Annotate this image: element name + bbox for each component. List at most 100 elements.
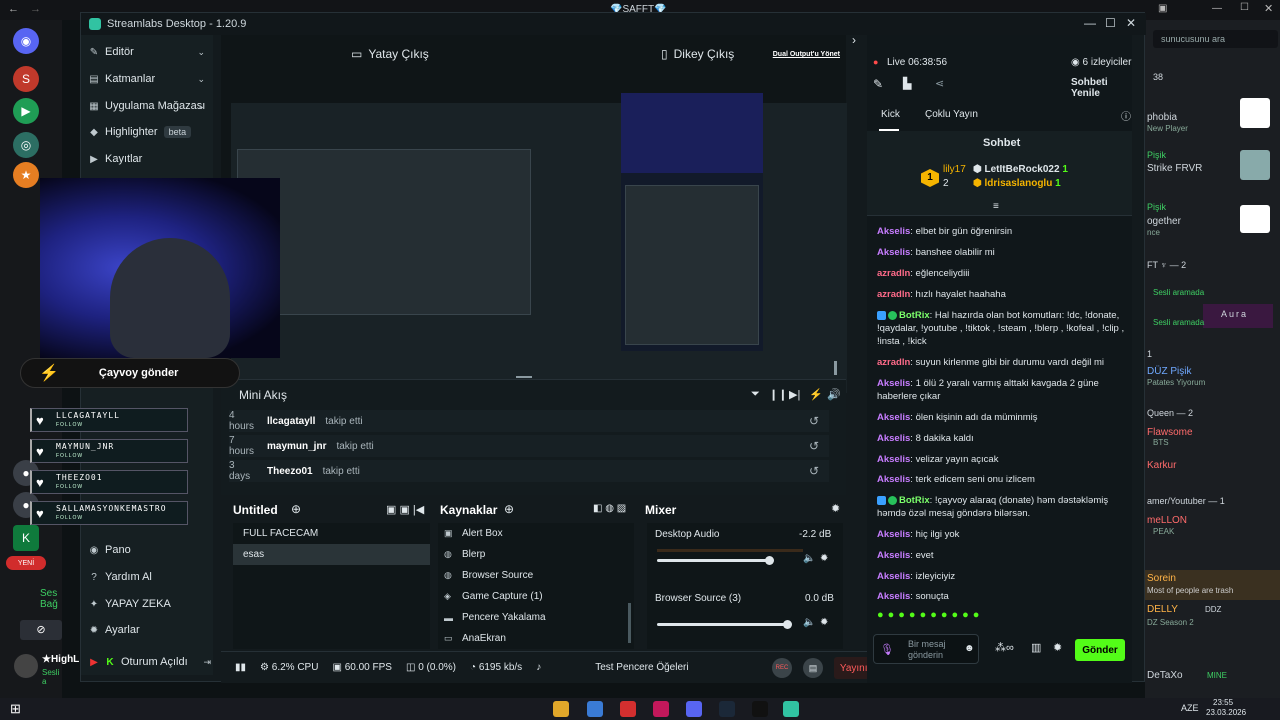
- chat-username[interactable]: Akselis: [877, 571, 910, 582]
- resize-handle[interactable]: [516, 376, 532, 378]
- sidebar-item-ai[interactable]: ✦ YAPAY ZEKA: [89, 593, 209, 615]
- emote-menu-icon[interactable]: ⁂∞: [995, 641, 1014, 654]
- skip-icon[interactable]: ▶|: [789, 388, 800, 401]
- schedule-icon[interactable]: ▤: [803, 658, 823, 678]
- discord-home-icon[interactable]: ◉: [13, 28, 39, 54]
- close-icon[interactable]: ✕: [1264, 2, 1273, 15]
- discord-icon[interactable]: [686, 701, 702, 717]
- server-icon[interactable]: S: [13, 66, 39, 92]
- gear-icon[interactable]: ✹: [820, 617, 828, 628]
- source-item[interactable]: ▣ Alert Box: [444, 523, 503, 544]
- sidebar-item-layers[interactable]: ▤ Katmanlar ⌄: [89, 68, 209, 90]
- stats-icon[interactable]: ▮▮: [235, 662, 246, 673]
- chat-username[interactable]: Akselis: [877, 412, 910, 423]
- volume-icon[interactable]: 🔈: [803, 617, 815, 628]
- replay-icon[interactable]: ↺: [809, 464, 819, 478]
- chat-username[interactable]: Akselis: [877, 591, 910, 602]
- collapse-icon[interactable]: ≡: [993, 201, 999, 212]
- chat-username[interactable]: azradln: [877, 268, 910, 279]
- chat-username[interactable]: Akselis: [877, 454, 910, 465]
- source-item[interactable]: ◍ Blerp: [444, 544, 485, 565]
- language-indicator[interactable]: AZE: [1181, 703, 1199, 713]
- app-icon[interactable]: [653, 701, 669, 717]
- mute-alerts-icon[interactable]: ⚡: [809, 388, 823, 401]
- replay-icon[interactable]: ↺: [809, 414, 819, 428]
- chat-username[interactable]: BotRix: [899, 310, 930, 321]
- replay-icon[interactable]: ↺: [809, 439, 819, 453]
- dual-output-link[interactable]: Dual Output'u Yönet: [773, 51, 840, 58]
- terminal-icon[interactable]: [752, 701, 768, 717]
- add-scene-icon[interactable]: ⊕: [291, 502, 301, 516]
- tab-horizontal-output[interactable]: ▭ Yatay Çıkış: [351, 47, 429, 61]
- emoji-icon[interactable]: ☻: [964, 643, 975, 654]
- minimize-icon[interactable]: —: [1212, 3, 1222, 14]
- sidebar-item-help[interactable]: ? Yardım Al: [89, 566, 209, 588]
- filter-icon[interactable]: ⏷: [751, 388, 760, 401]
- file-explorer-icon[interactable]: [553, 701, 569, 717]
- scrollbar[interactable]: [628, 603, 631, 643]
- chat-username[interactable]: BotRix: [899, 495, 930, 506]
- forward-icon[interactable]: →: [30, 3, 41, 15]
- chat-username[interactable]: Akselis: [877, 247, 910, 258]
- logout-icon[interactable]: ⇥: [203, 657, 211, 668]
- share-icon[interactable]: ⋖: [935, 77, 944, 90]
- clock-time[interactable]: 23:55: [1213, 698, 1233, 707]
- chat-username[interactable]: azradln: [877, 289, 910, 300]
- chat-username[interactable]: Akselis: [877, 226, 910, 237]
- volume-slider-knob[interactable]: [765, 556, 774, 565]
- source-tools-icons[interactable]: ◧ ◍ ▨: [593, 503, 626, 514]
- pause-icon[interactable]: ❙❙: [769, 388, 787, 401]
- scroll-handle[interactable]: [834, 361, 837, 375]
- netflix-icon[interactable]: [620, 701, 636, 717]
- mic-icon[interactable]: 🎙: [880, 643, 894, 656]
- close-icon[interactable]: ✕: [1126, 16, 1136, 30]
- source-item[interactable]: ◈ Game Capture (1): [444, 586, 543, 607]
- chat-username[interactable]: Akselis: [877, 550, 910, 561]
- server-icon[interactable]: ▶: [13, 98, 39, 124]
- rec-button[interactable]: REC: [772, 658, 792, 678]
- scene-collection-title[interactable]: Untitled: [233, 503, 278, 517]
- streamlabs-icon[interactable]: [783, 701, 799, 717]
- source-item[interactable]: ◍ Browser Source: [444, 565, 533, 586]
- volume-slider[interactable]: [657, 623, 787, 626]
- sidebar-item-settings[interactable]: ✹ Ayarlar: [89, 619, 209, 641]
- minimize-icon[interactable]: —: [1084, 16, 1096, 30]
- add-source-icon[interactable]: ⊕: [504, 502, 514, 516]
- volume-icon[interactable]: 🔈: [803, 553, 815, 564]
- chat-username[interactable]: Akselis: [877, 474, 910, 485]
- avatar[interactable]: [14, 654, 38, 678]
- bell-icon[interactable]: ♪: [536, 662, 541, 673]
- source-item[interactable]: ▬ Pencere Yakalama: [444, 607, 546, 628]
- info-icon[interactable]: ⓘ: [1121, 108, 1131, 123]
- tab-multistream[interactable]: Çoklu Yayın: [925, 109, 978, 120]
- sidebar-item-logged-in[interactable]: ▶ K Oturum Açıldı ⇥: [89, 651, 215, 673]
- test-widgets-button[interactable]: Test Pencere Öğeleri: [595, 662, 688, 673]
- store-icon[interactable]: ▙: [903, 77, 911, 90]
- source-item[interactable]: ▭ AnaEkran: [444, 628, 506, 649]
- steam-icon[interactable]: [719, 701, 735, 717]
- chat-username[interactable]: Akselis: [877, 529, 910, 540]
- kick-server-icon[interactable]: K: [13, 525, 39, 551]
- chat-username[interactable]: Akselis: [877, 433, 910, 444]
- chevron-right-icon[interactable]: ›: [852, 33, 856, 47]
- chat-username[interactable]: Akselis: [877, 378, 910, 389]
- store-icon[interactable]: ▥: [1031, 641, 1041, 654]
- back-icon[interactable]: ←: [8, 3, 19, 15]
- gear-icon[interactable]: ✹: [831, 502, 840, 515]
- chat-input[interactable]: 🎙 Bir mesaj gönderin ☻: [873, 634, 979, 664]
- sidebar-item-highlighter[interactable]: ◆ Highlighter beta: [89, 121, 209, 143]
- search-input[interactable]: sunucusunu ara: [1153, 30, 1278, 48]
- refresh-chat-button[interactable]: Sohbeti Yenile: [1071, 77, 1132, 99]
- send-button[interactable]: Gönder: [1075, 639, 1125, 661]
- edit-icon[interactable]: ✎: [873, 77, 883, 91]
- browser-menu-icon[interactable]: ▣: [1158, 3, 1167, 14]
- maximize-icon[interactable]: ☐: [1105, 16, 1116, 30]
- volume-slider-knob[interactable]: [783, 620, 792, 629]
- sidebar-item-app-store[interactable]: ▦ Uygulama Mağazası ⌄: [89, 95, 209, 117]
- server-icon[interactable]: ◎: [13, 132, 39, 158]
- camera-off-icon[interactable]: ⊘: [20, 620, 62, 640]
- gear-icon[interactable]: ✹: [1053, 641, 1062, 654]
- sidebar-item-dashboard[interactable]: ◉ Pano: [89, 539, 209, 561]
- tab-kick[interactable]: Kick: [881, 109, 900, 120]
- sidebar-item-recordings[interactable]: ▶ Kayıtlar: [89, 148, 209, 170]
